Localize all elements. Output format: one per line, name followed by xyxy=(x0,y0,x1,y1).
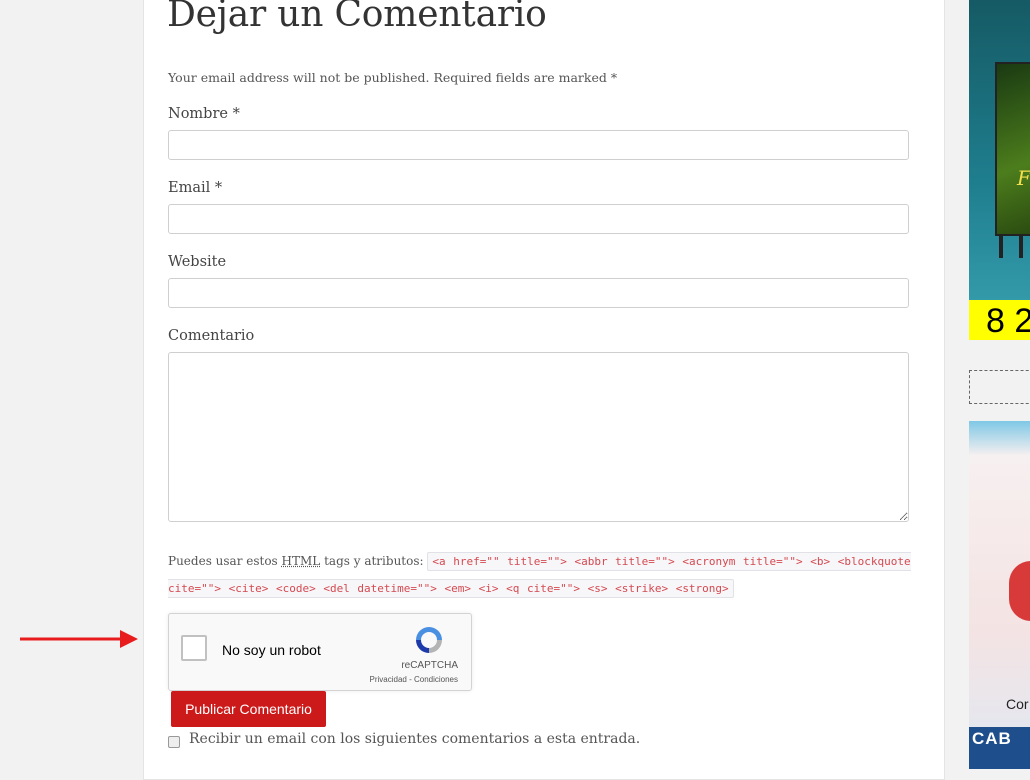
email-label: Email * xyxy=(168,180,223,196)
ad-secondary-text: Cor xyxy=(1006,696,1029,712)
name-label: Nombre * xyxy=(168,106,240,122)
annotation-arrow xyxy=(20,630,138,648)
email-field[interactable] xyxy=(168,204,909,234)
comment-textarea[interactable] xyxy=(168,352,909,522)
website-field[interactable] xyxy=(168,278,909,308)
recaptcha-checkbox[interactable] xyxy=(181,635,207,661)
recaptcha-label: No soy un robot xyxy=(222,642,321,658)
ad-billboard-post xyxy=(1019,236,1023,258)
html-abbr: HTML xyxy=(281,554,321,568)
comment-label: Comentario xyxy=(168,328,255,344)
ad-billboard-letter: F xyxy=(1017,166,1030,190)
recaptcha-widget: No soy un robot reCAPTCHA Privacidad - C… xyxy=(168,613,472,691)
allowed-tags-prefix: Puedes usar estos xyxy=(168,554,278,568)
subscribe-label: Recibir un email con los siguientes come… xyxy=(189,731,641,747)
name-field[interactable] xyxy=(168,130,909,160)
website-label: Website xyxy=(168,254,227,270)
allowed-tags-suffix: tags y atributos: xyxy=(324,554,424,568)
empty-ad-slot xyxy=(969,370,1030,404)
sidebar-ad-secondary[interactable]: Cor CAB xyxy=(969,421,1030,769)
ad-secondary-bar-text: CAB xyxy=(972,729,1012,749)
ad-billboard-panel xyxy=(995,62,1030,236)
recaptcha-logo-icon xyxy=(416,627,442,653)
arrow-head xyxy=(120,630,138,648)
allowed-tags-code: <a href="" title=""> <abbr title=""> <ac… xyxy=(168,552,911,598)
allowed-tags-note: Puedes usar estos HTML tags y atributos:… xyxy=(168,548,920,602)
required-fields-note: Your email address will not be published… xyxy=(168,70,618,85)
ad-billboard-phone: 8 2 xyxy=(969,300,1030,340)
submit-comment-button[interactable]: Publicar Comentario xyxy=(171,691,326,727)
recaptcha-privacy-links[interactable]: Privacidad - Condiciones xyxy=(370,675,459,684)
sidebar-ad-billboard[interactable]: F 8 2 xyxy=(969,0,1030,340)
page-title: Dejar un Comentario xyxy=(167,0,547,35)
subscribe-checkbox[interactable] xyxy=(168,736,180,748)
ad-billboard-post xyxy=(999,236,1003,258)
recaptcha-brand: reCAPTCHA xyxy=(401,660,458,671)
ad-red-shape xyxy=(1009,561,1030,621)
